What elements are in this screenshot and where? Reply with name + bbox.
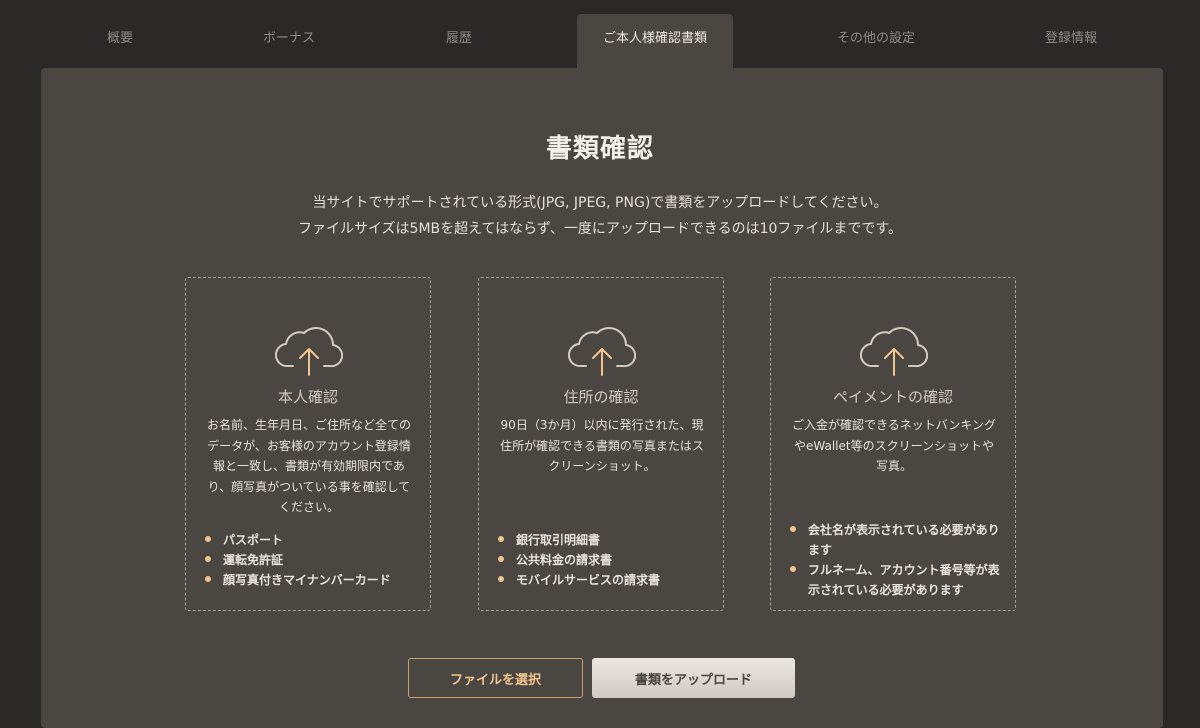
card-description: ご入金が確認できるネットバンキングやeWallet等のスクリーンショットや写真。	[791, 418, 996, 473]
document-list: パスポート 運転免許証 顔写真付きマイナンバーカード	[204, 530, 418, 590]
document-list: 会社名が表示されている必要があります フルネーム、アカウント番号等が表示されてい…	[789, 520, 1003, 600]
card-description: 90日（3か月）以内に発行された、現住所が確認できる書類の写真またはスクリーンシ…	[500, 418, 704, 473]
bullet-icon	[205, 536, 211, 542]
list-item: 公共料金の請求書	[497, 550, 711, 570]
card-identity[interactable]: 本人確認 お名前、生年月日、ご住所など全てのデータが、お客様のアカウント登録情報…	[185, 277, 431, 611]
list-item: フルネーム、アカウント番号等が表示されている必要があります	[789, 560, 1003, 600]
bullet-icon	[498, 556, 504, 562]
list-item: 顔写真付きマイナンバーカード	[204, 570, 418, 590]
cloud-upload-icon	[275, 327, 343, 376]
list-item: パスポート	[204, 530, 418, 550]
document-list: 銀行取引明細書 公共料金の請求書 モバイルサービスの請求書	[497, 530, 711, 590]
upload-documents-button[interactable]: 書類をアップロード	[592, 658, 795, 698]
bullet-icon	[790, 526, 796, 532]
select-file-button[interactable]: ファイルを選択	[408, 658, 583, 698]
card-address[interactable]: 住所の確認 90日（3か月）以内に発行された、現住所が確認できる書類の写真または…	[478, 277, 724, 611]
tab-identity-documents[interactable]: ご本人様確認書類	[577, 14, 733, 68]
tab-registration-info[interactable]: 登録情報	[993, 14, 1149, 68]
tab-overview[interactable]: 概要	[42, 14, 198, 68]
card-title: 本人確認	[277, 388, 338, 406]
bullet-icon	[205, 556, 211, 562]
description-line-1: 当サイトでサポートされている形式(JPG, JPEG, PNG)で書類をアップロ…	[312, 195, 888, 211]
list-item: モバイルサービスの請求書	[497, 570, 711, 590]
bullet-icon	[790, 566, 796, 572]
bullet-icon	[498, 536, 504, 542]
card-description: お名前、生年月日、ご住所など全てのデータが、お客様のアカウント登録情報と一致し、…	[206, 418, 411, 514]
tab-bonus[interactable]: ボーナス	[211, 14, 367, 68]
tab-history[interactable]: 履歴	[381, 14, 537, 68]
card-payment[interactable]: ペイメントの確認 ご入金が確認できるネットバンキングやeWallet等のスクリー…	[770, 277, 1016, 611]
description-line-2: ファイルサイズは5MBを超えてはならず、一度にアップロードできるのは10ファイル…	[297, 221, 903, 237]
list-item: 銀行取引明細書	[497, 530, 711, 550]
list-item: 運転免許証	[204, 550, 418, 570]
card-title: ペイメントの確認	[832, 388, 953, 406]
cloud-upload-icon	[568, 327, 636, 376]
card-title: 住所の確認	[563, 388, 639, 406]
tab-bar: 概要 ボーナス 履歴 ご本人様確認書類 その他の設定 登録情報	[0, 0, 1200, 68]
bullet-icon	[498, 576, 504, 582]
bullet-icon	[205, 576, 211, 582]
page-title: 書類確認	[545, 134, 654, 164]
cloud-upload-icon	[860, 327, 928, 376]
list-item: 会社名が表示されている必要があります	[789, 520, 1003, 560]
tab-other-settings[interactable]: その他の設定	[798, 14, 954, 68]
